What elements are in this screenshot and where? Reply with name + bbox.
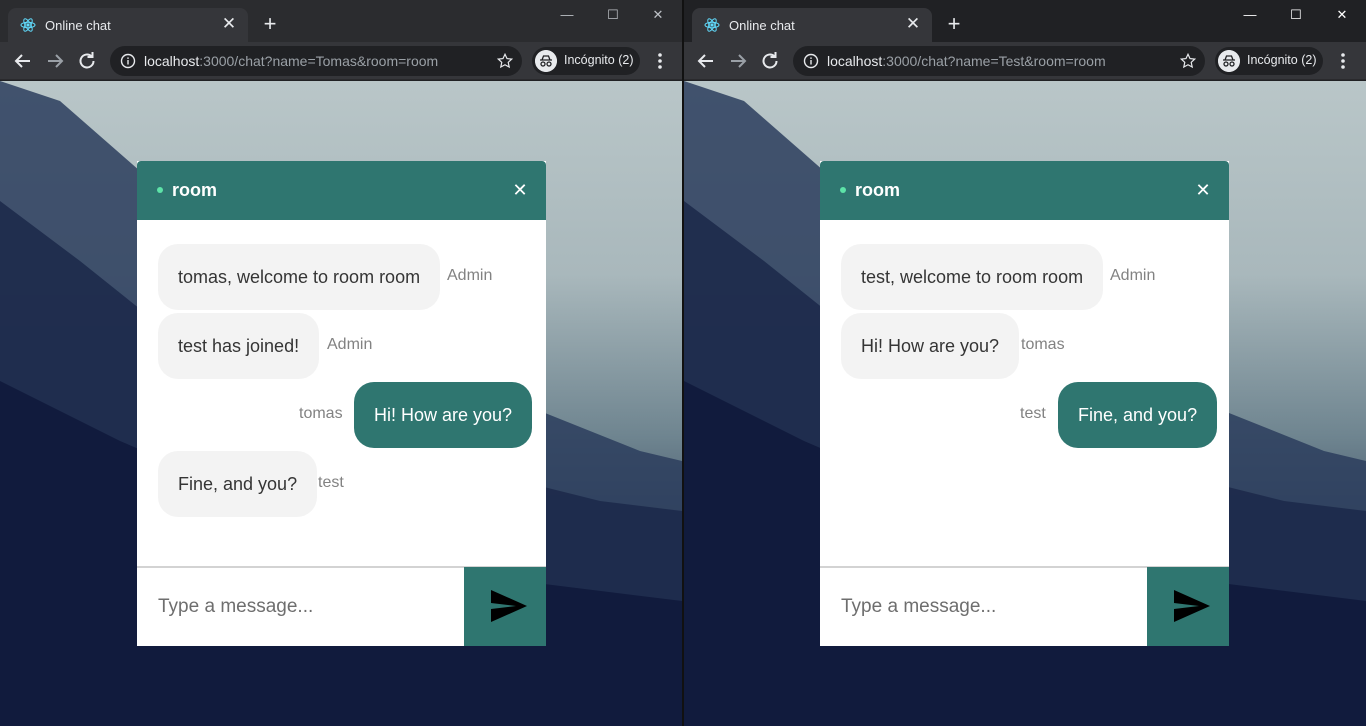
send-button[interactable] [1147,567,1229,646]
message-bubble: test, welcome to room room [841,244,1104,310]
message-bubble: tomas, welcome to room room [158,244,441,310]
info-icon[interactable] [120,53,136,69]
message-list: test, welcome to room room Admin Hi! How… [820,220,1229,565]
back-icon[interactable] [694,49,718,73]
url-path: :3000/chat?name=Test&room=room [882,53,1106,69]
close-tab-icon[interactable]: ✕ [904,15,922,33]
message-sender: Admin [327,336,373,353]
tab-strip: Online chat ✕ + — ☐ ✕ [684,0,1366,42]
room-title: room [172,180,217,200]
chat-panel: room ✕ tomas, welcome to room room Admin… [137,161,546,646]
address-bar[interactable]: localhost:3000/chat?name=Tomas&room=room [110,46,522,76]
forward-icon[interactable] [726,49,750,73]
message-sender: Admin [1110,267,1156,284]
chat-header: room ✕ [137,161,546,220]
message-item: tomas Hi! How are you? [137,382,546,448]
page-background: room ✕ test, welcome to room room Admin … [684,81,1366,726]
message-item: tomas, welcome to room room Admin [137,244,546,310]
page-background: room ✕ tomas, welcome to room room Admin… [0,81,682,726]
send-button[interactable] [464,567,546,646]
incognito-icon [535,50,557,72]
incognito-label: Incógnito (2) [564,53,634,67]
send-icon [1174,590,1210,622]
chat-panel: room ✕ test, welcome to room room Admin … [820,161,1229,646]
tab-title: Online chat [45,18,111,33]
react-favicon-icon [20,18,36,32]
star-icon[interactable] [496,52,514,70]
maximize-button[interactable]: ☐ [1285,6,1307,24]
tab-strip: Online chat ✕ + — ☐ ✕ [0,0,682,42]
close-chat-icon[interactable]: ✕ [1195,180,1211,200]
incognito-indicator[interactable]: Incógnito (2) [1215,47,1323,75]
menu-icon[interactable] [650,50,670,72]
incognito-label: Incógnito (2) [1247,53,1317,67]
online-status-dot [840,187,846,193]
maximize-button[interactable]: ☐ [602,6,624,24]
reload-icon[interactable] [75,49,99,73]
message-item: test, welcome to room room Admin [820,244,1229,310]
message-item: Fine, and you? test [137,451,546,517]
message-bubble: Fine, and you? [158,451,318,517]
url-path: :3000/chat?name=Tomas&room=room [199,53,439,69]
incognito-indicator[interactable]: Incógnito (2) [532,47,640,75]
close-chat-icon[interactable]: ✕ [512,180,528,200]
tab-online-chat[interactable]: Online chat ✕ [8,8,248,42]
url-text: localhost:3000/chat?name=Test&room=room [827,53,1106,69]
message-sender: tomas [1021,336,1065,353]
back-icon[interactable] [11,49,35,73]
online-status-dot [157,187,163,193]
incognito-icon [1218,50,1240,72]
message-composer [820,566,1229,646]
browser-window-left: Online chat ✕ + — ☐ ✕ localhost:3000/cha… [0,0,682,726]
desktop: Online chat ✕ + — ☐ ✕ localhost:3000/cha… [0,0,1366,726]
minimize-button[interactable]: — [1239,6,1261,24]
room-title: room [855,180,900,200]
info-icon[interactable] [803,53,819,69]
tab-online-chat[interactable]: Online chat ✕ [692,8,932,42]
message-input[interactable] [820,568,1147,646]
close-window-button[interactable]: ✕ [647,6,669,24]
react-favicon-icon [704,18,720,32]
send-icon [491,590,527,622]
message-item: test Fine, and you? [820,382,1229,448]
message-item: Hi! How are you? tomas [820,313,1229,379]
message-input[interactable] [137,568,464,646]
address-bar[interactable]: localhost:3000/chat?name=Test&room=room [793,46,1205,76]
url-host: localhost [144,53,200,69]
message-sender: tomas [299,405,343,422]
browser-toolbar: localhost:3000/chat?name=Tomas&room=room… [0,42,682,80]
message-item: test has joined! Admin [137,313,546,379]
message-sender: test [318,474,344,491]
browser-toolbar: localhost:3000/chat?name=Test&room=room … [684,42,1366,80]
menu-icon[interactable] [1333,50,1353,72]
message-sender: Admin [447,267,493,284]
forward-icon[interactable] [43,49,67,73]
minimize-button[interactable]: — [556,6,578,24]
chat-header: room ✕ [820,161,1229,220]
message-bubble: Hi! How are you? [841,313,1020,379]
star-icon[interactable] [1179,52,1197,70]
url-host: localhost [827,53,883,69]
message-sender: test [1020,405,1046,422]
message-bubble: Fine, and you? [1058,382,1218,448]
reload-icon[interactable] [758,49,782,73]
message-bubble: test has joined! [158,313,320,379]
new-tab-button[interactable]: + [942,12,966,36]
browser-window-right: Online chat ✕ + — ☐ ✕ localhost:3000/cha… [684,0,1366,726]
message-bubble: Hi! How are you? [354,382,533,448]
close-tab-icon[interactable]: ✕ [220,15,238,33]
new-tab-button[interactable]: + [258,12,282,36]
url-text: localhost:3000/chat?name=Tomas&room=room [144,53,438,69]
tab-title: Online chat [729,18,795,33]
close-window-button[interactable]: ✕ [1331,6,1353,24]
message-composer [137,566,546,646]
message-list: tomas, welcome to room room Admin test h… [137,220,546,565]
